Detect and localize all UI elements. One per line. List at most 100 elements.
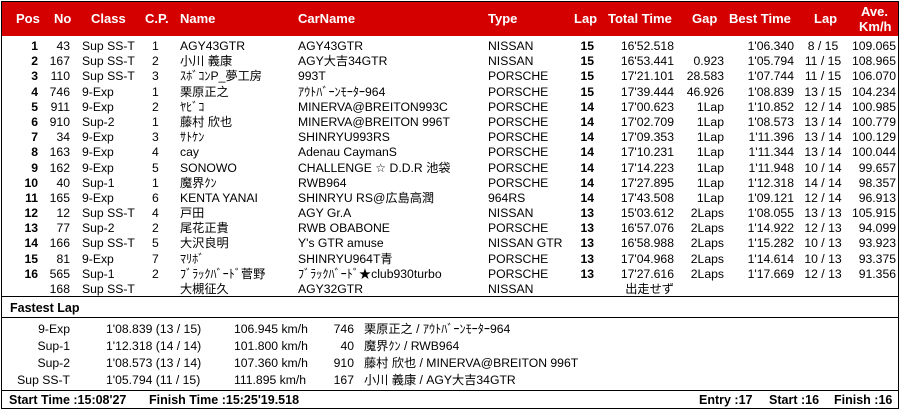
row-type: PORSCHE — [488, 114, 549, 129]
finish-time: Finish Time :15:25'19.518 — [149, 393, 300, 407]
fl-driver: 栗原正之 / ｱｳﾄﾊﾞｰﾝﾓｰﾀｰ964 — [364, 322, 511, 336]
row-no: 43 — [56, 39, 70, 53]
footer: Start Time :15:08'27 Finish Time :15:25'… — [2, 393, 898, 407]
row-gap: 2Laps — [690, 206, 724, 221]
row-no: 165 — [49, 190, 70, 205]
row-pos: 5 — [31, 99, 38, 114]
row-no: 77 — [56, 221, 70, 236]
row-gap: 1Lap — [696, 99, 724, 114]
row-car-name: RWB OBABONE — [298, 221, 390, 236]
row-ave: 100.779 — [851, 114, 896, 129]
row-ave: 93.923 — [858, 236, 896, 251]
row-name: AGY43GTR — [180, 39, 246, 53]
row-ave: 108.965 — [851, 54, 896, 69]
row-no: 565 — [49, 266, 70, 281]
row-car-name: Adenau CaymanS — [298, 145, 397, 160]
row-car-name: MINERVA@BREITON 996T — [298, 114, 450, 129]
fastest-lap-title: Fastest Lap — [10, 301, 80, 315]
row-type: PORSCHE — [488, 175, 549, 190]
row-lap: 14 — [580, 114, 594, 129]
row-cp: 2 — [152, 99, 159, 114]
row-lap: 13 — [580, 251, 594, 266]
col-carname: CarName — [298, 11, 356, 26]
row-name: ｻﾄｹﾝ — [180, 130, 205, 145]
row-lap: 13 — [580, 266, 594, 281]
row-lap: 13 — [580, 206, 594, 221]
row-car-name: AGY大吉34GTR — [298, 54, 388, 69]
fl-time: 1'12.318 (14 / 14) — [106, 339, 202, 353]
row-lap: 14 — [580, 190, 594, 205]
row-class: 9-Exp — [82, 99, 114, 114]
row-type: NISSAN GTR — [488, 236, 563, 251]
row-gap: 2Laps — [690, 221, 724, 236]
row-car-name: SHINRYU RS@広島高潤 — [298, 190, 435, 205]
row-car-name: ﾌﾞﾗｯｸﾊﾞｰﾄﾞ★club930turbo — [298, 266, 442, 281]
row-best-time: 1'11.344 — [748, 145, 794, 160]
row-best-time: 1'12.318 — [747, 175, 794, 190]
table-row: 14 166 Sup SS-T 5 大沢良明 Y's GTR amuse NISSAN GT… — [2, 236, 898, 251]
row-best-lap: 12 / 13 — [804, 221, 842, 236]
row-name: ﾌﾞﾗｯｸﾊﾞｰﾄﾞ菅野 — [180, 266, 266, 281]
row-cp: 5 — [152, 236, 159, 251]
row-best-lap: 13 / 13 — [804, 206, 842, 221]
row-lap: 15 — [580, 39, 594, 53]
row-no: 110 — [50, 69, 70, 84]
row-class: Sup SS-T — [82, 206, 135, 221]
table-row: 9 162 9-Exp 5 SONOWO CHALLENGE ☆ D.D.R 池袋 PORS… — [2, 161, 898, 176]
row-best-time: 1'08.055 — [747, 206, 794, 221]
row-no: 167 — [49, 54, 70, 69]
row-pos: 2 — [31, 54, 38, 69]
row-best-time: 1'07.744 — [747, 69, 794, 84]
row-ave: 104.234 — [851, 84, 896, 99]
table-row: 8 163 9-Exp 4 cay Adenau CaymanS PORSCHE 14 17'1… — [2, 145, 898, 160]
table-row: 5 911 9-Exp 2 ﾔﾋﾞｺ MINERVA@BREITON993C PORSCHE… — [2, 100, 898, 115]
row-gap: 28.583 — [686, 69, 724, 84]
row-best-lap: 12 / 14 — [804, 190, 842, 205]
row-pos: 8 — [31, 145, 38, 160]
row-pos: 16 — [24, 266, 38, 281]
row-name: ﾏﾘﾎﾞ — [180, 251, 205, 266]
row-pos: 10 — [24, 175, 38, 190]
fl-no: 910 — [333, 356, 354, 370]
row-ave: 105.915 — [851, 206, 896, 221]
col-type: Type — [488, 11, 518, 26]
row-total-time: 16'53.441 — [620, 54, 674, 69]
fl-no: 746 — [333, 322, 354, 336]
row-name: 大槻征久 — [180, 282, 229, 296]
row-best-time: 1'08.839 — [747, 84, 794, 99]
row-type: 964RS — [488, 190, 526, 205]
col-lap: Lap — [574, 11, 598, 26]
row-pos: 12 — [24, 206, 38, 221]
row-type: NISSAN — [488, 39, 534, 53]
row-no: 34 — [56, 130, 70, 145]
row-best-time: 1'09.121 — [747, 190, 794, 205]
row-car-name: MINERVA@BREITON993C — [298, 99, 448, 114]
divider — [2, 296, 898, 297]
row-best-lap: 12 / 13 — [804, 266, 842, 281]
row-best-lap: 13 / 15 — [804, 84, 842, 99]
row-pos: 3 — [31, 69, 38, 84]
row-car-name: AGY32GTR — [298, 282, 364, 296]
row-total-time: 17'27.895 — [620, 175, 674, 190]
row-gap: 1Lap — [696, 175, 724, 190]
row-gap: 1Lap — [696, 130, 724, 145]
fl-no: 40 — [340, 339, 354, 353]
row-cp: 4 — [152, 145, 159, 160]
row-pos: 14 — [24, 236, 38, 251]
row-lap: 14 — [580, 160, 594, 175]
row-gap: 46.926 — [686, 84, 724, 99]
col-class: Class — [91, 11, 126, 26]
row-best-time: 1'14.922 — [747, 221, 794, 236]
results-table: 1 43 Sup SS-T 1 AGY43GTR AGY43GTR NISSAN 15 16'5… — [2, 39, 898, 297]
row-best-lap: 11 / 15 — [804, 69, 842, 84]
row-ave: 96.913 — [858, 190, 896, 205]
row-lap: 14 — [580, 175, 594, 190]
row-car-name: SHINRYU993RS — [298, 130, 390, 145]
table-row: 168 Sup SS-T 大槻征久 AGY32GTR NISSAN 出走せず — [2, 282, 898, 297]
row-lap: 15 — [580, 84, 594, 99]
row-total-time: 17'00.623 — [620, 99, 674, 114]
col-total-time: Total Time — [608, 11, 672, 26]
row-cp: 2 — [152, 54, 159, 69]
row-no: 168 — [49, 282, 70, 296]
fastest-lap-row: Sup-2 1'08.573 (13 / 14) 107.360 km/h 910 藤村… — [2, 355, 898, 371]
